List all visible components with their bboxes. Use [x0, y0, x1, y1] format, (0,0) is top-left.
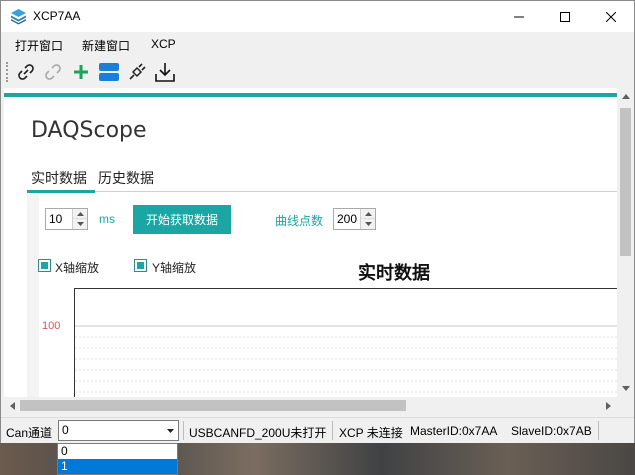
y-zoom-label: Y轴缩放: [152, 261, 197, 275]
toolbar: [1, 57, 634, 88]
interval-unit: ms: [99, 212, 115, 226]
interval-up-button[interactable]: [73, 209, 87, 219]
interval-down-button[interactable]: [73, 219, 87, 229]
tab-content-surface: 10 ms 开始获取数据 曲线点数 200 X轴缩放 Y轴缩放 实时数据 100: [38, 194, 617, 397]
x-zoom-checkbox[interactable]: [38, 259, 51, 272]
page-title: DAQScope: [31, 118, 147, 143]
app-logo-icon: [10, 8, 27, 25]
dropdown-option[interactable]: 0: [58, 444, 177, 459]
add-icon[interactable]: [69, 60, 93, 84]
scroll-corner: [617, 397, 634, 414]
can-channel-select[interactable]: 0: [58, 420, 179, 441]
interval-stepper-buttons: [72, 209, 87, 229]
scroll-down-icon[interactable]: [617, 380, 634, 397]
curve-points-up-button[interactable]: [361, 209, 375, 219]
tab-history-data[interactable]: 历史数据: [98, 168, 154, 188]
can-channel-label: Can通道: [6, 426, 53, 440]
plug-icon[interactable]: [125, 60, 149, 84]
status-separator: [332, 421, 333, 440]
master-id: MasterID:0x7AA: [410, 424, 498, 438]
tab-active-indicator: [27, 190, 95, 193]
chevron-down-icon[interactable]: [163, 421, 178, 440]
xcp-status: XCP 未连接: [339, 426, 403, 440]
status-separator: [598, 421, 599, 440]
x-zoom-label: X轴缩放: [55, 261, 100, 275]
interval-value: 10: [49, 212, 63, 226]
maximize-button[interactable]: [542, 1, 588, 32]
menu-bar: 打开窗口 新建窗口 XCP: [1, 32, 634, 57]
status-bar: Can通道 0 USBCANFD_200U未打开 XCP 未连接 MasterI…: [1, 417, 634, 443]
can-channel-value: 0: [62, 423, 69, 437]
chart-plot-area[interactable]: [74, 288, 617, 397]
curve-points-down-button[interactable]: [361, 219, 375, 229]
curve-points-stepper[interactable]: 200: [333, 208, 376, 230]
tab-realtime-data[interactable]: 实时数据: [31, 168, 87, 188]
scroll-up-icon[interactable]: [617, 88, 634, 105]
minimize-button[interactable]: [496, 1, 542, 32]
window-title: XCP7AA: [33, 9, 81, 23]
link-icon[interactable]: [14, 60, 38, 84]
accent-bar: [4, 93, 617, 97]
slave-id: SlaveID:0x7AB: [511, 424, 592, 438]
y-zoom-check-mark: [137, 262, 144, 269]
app-window: XCP7AA 打开窗口 新建窗口 XCP DAQScope 实时数据 历史数据 …: [0, 0, 635, 443]
menu-new-window[interactable]: 新建窗口: [82, 37, 130, 54]
vertical-scrollbar[interactable]: [617, 88, 634, 397]
curve-points-stepper-buttons: [360, 209, 375, 229]
tab-content: 10 ms 开始获取数据 曲线点数 200 X轴缩放 Y轴缩放 实时数据 100: [27, 194, 617, 397]
scroll-right-icon[interactable]: [600, 397, 617, 414]
vertical-scroll-thumb[interactable]: [620, 108, 631, 256]
scroll-left-icon[interactable]: [4, 397, 21, 414]
interval-stepper[interactable]: 10: [45, 208, 88, 230]
horizontal-scrollbar[interactable]: [4, 397, 617, 414]
dropdown-option-selected[interactable]: 1: [58, 459, 177, 474]
curve-points-value: 200: [337, 212, 358, 226]
menu-open-window[interactable]: 打开窗口: [15, 37, 63, 54]
close-button[interactable]: [588, 1, 634, 32]
download-icon[interactable]: [153, 60, 177, 84]
menu-xcp[interactable]: XCP: [151, 37, 176, 51]
chart-title: 实时数据: [358, 263, 430, 283]
title-bar: XCP7AA: [1, 1, 634, 32]
start-acquire-button[interactable]: 开始获取数据: [133, 205, 231, 234]
chart-grid: [75, 325, 617, 393]
list-icon[interactable]: [97, 60, 121, 84]
curve-points-label: 曲线点数: [275, 214, 324, 228]
horizontal-scroll-thumb[interactable]: [20, 400, 406, 411]
x-zoom-check-mark: [41, 262, 48, 269]
toolbar-grip[interactable]: [6, 62, 9, 82]
unlink-icon[interactable]: [41, 60, 65, 84]
y-zoom-checkbox[interactable]: [134, 259, 147, 272]
status-separator: [183, 421, 184, 440]
tab-divider: [27, 191, 617, 192]
device-status: USBCANFD_200U未打开: [189, 426, 327, 440]
can-channel-dropdown: 0 1: [57, 443, 178, 475]
daqscope-panel: DAQScope 实时数据 历史数据 10 ms 开始获取数据 曲线点数 200…: [4, 88, 617, 397]
y-tick-label: 100: [42, 320, 61, 332]
